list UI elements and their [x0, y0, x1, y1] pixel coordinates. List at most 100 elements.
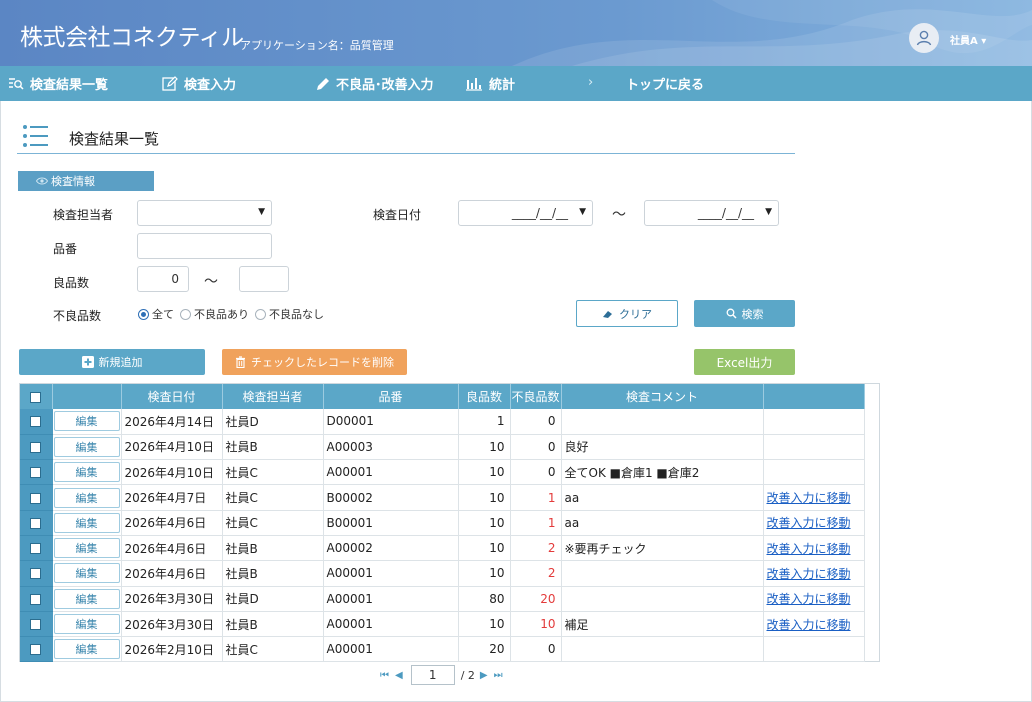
cell-part: B00002 — [323, 484, 459, 511]
row-checkbox[interactable] — [30, 416, 42, 428]
company-name: 株式会社コネクティル — [20, 25, 244, 51]
edit-button[interactable]: 編集 — [53, 487, 120, 508]
cell-part: A00001 — [323, 560, 459, 587]
header-defect[interactable]: 不良品数 — [510, 384, 562, 409]
search-button[interactable]: 検索 — [694, 300, 795, 327]
first-page-icon[interactable]: ⏮ — [380, 670, 389, 681]
cell-inspector: 社員B — [222, 535, 324, 562]
edit-button[interactable]: 編集 — [53, 639, 120, 660]
header-date[interactable]: 検査日付 — [121, 384, 223, 409]
improvement-link[interactable]: 改善入力に移動 — [763, 611, 865, 638]
cell-part: A00001 — [323, 611, 459, 638]
good-count-to-input[interactable] — [239, 266, 289, 292]
pagination: ⏮ ◀ 1 / 2 ▶ ⏭ — [380, 665, 509, 685]
row-checkbox[interactable] — [30, 644, 42, 656]
row-checkbox[interactable] — [30, 543, 42, 555]
row-checkbox[interactable] — [30, 568, 42, 580]
clear-button[interactable]: クリア — [576, 300, 678, 327]
table-row: 編集 2026年4月14日 社員D D00001 1 0 — [20, 409, 865, 435]
cell-comment — [561, 636, 764, 663]
row-checkbox-cell[interactable] — [20, 484, 53, 511]
edit-button[interactable]: 編集 — [53, 462, 120, 483]
improvement-link[interactable]: 改善入力に移動 — [763, 586, 865, 612]
good-count-from-input[interactable]: 0 — [137, 266, 189, 292]
delete-checked-label: チェックしたレコードを削除 — [251, 356, 394, 369]
row-checkbox[interactable] — [30, 441, 42, 453]
select-all-checkbox[interactable] — [30, 391, 42, 403]
date-to-picker[interactable]: ____/__/__ ▼ — [644, 200, 779, 226]
bar-chart-icon — [465, 77, 483, 91]
row-checkbox-cell[interactable] — [20, 459, 53, 486]
cell-defect: 2 — [510, 535, 562, 562]
row-checkbox-cell[interactable] — [20, 586, 53, 612]
nav-defect-improvement[interactable]: 不良品･改善入力 — [316, 66, 434, 101]
edit-button[interactable]: 編集 — [53, 436, 120, 457]
dropdown-arrow-icon: ▼ — [258, 207, 265, 217]
inspector-select[interactable]: ▼ — [137, 200, 272, 226]
user-avatar[interactable] — [909, 23, 939, 53]
improvement-link — [763, 434, 865, 461]
edit-button[interactable]: 編集 — [53, 411, 120, 432]
nav-label: 不良品･改善入力 — [336, 78, 434, 93]
delete-checked-button[interactable]: チェックしたレコードを削除 — [222, 349, 407, 375]
date-from-value: ____/__/__ — [511, 206, 568, 220]
improvement-link[interactable]: 改善入力に移動 — [763, 535, 865, 562]
page-title: 検査結果一覧 — [69, 130, 160, 148]
row-checkbox-cell[interactable] — [20, 560, 53, 587]
improvement-link[interactable]: 改善入力に移動 — [763, 560, 865, 587]
main-nav: 検査結果一覧 検査入力 不良品･改善入力 統計 › トップに戻る — [0, 66, 1032, 101]
cell-date: 2026年2月10日 — [121, 636, 223, 663]
improvement-link[interactable]: 改善入力に移動 — [763, 510, 865, 536]
add-new-button[interactable]: 新規追加 — [19, 349, 205, 375]
radio-all[interactable]: 全て — [138, 306, 174, 322]
edit-button[interactable]: 編集 — [53, 563, 120, 584]
header-part[interactable]: 品番 — [323, 384, 459, 409]
row-checkbox-cell[interactable] — [20, 434, 53, 461]
table-row: 編集 2026年4月6日 社員B A00001 10 2 改善入力に移動 — [20, 560, 865, 587]
row-checkbox[interactable] — [30, 517, 42, 529]
last-page-icon[interactable]: ⏭ — [494, 670, 503, 681]
cell-date: 2026年4月6日 — [121, 535, 223, 562]
row-checkbox-cell[interactable] — [20, 409, 53, 435]
defect-count-label: 不良品数 — [53, 309, 102, 323]
row-checkbox-cell[interactable] — [20, 611, 53, 638]
page-number-input[interactable]: 1 — [410, 665, 455, 685]
edit-button[interactable]: 編集 — [53, 512, 120, 533]
date-from-picker[interactable]: ____/__/__ ▼ — [458, 200, 593, 226]
edit-button[interactable]: 編集 — [53, 588, 120, 609]
improvement-link[interactable]: 改善入力に移動 — [763, 484, 865, 511]
next-page-icon[interactable]: ▶ — [480, 670, 488, 681]
radio-no-defects[interactable]: 不良品なし — [255, 306, 324, 322]
row-checkbox-cell[interactable] — [20, 636, 53, 663]
nav-inspection-list[interactable]: 検査結果一覧 — [8, 66, 108, 101]
nav-label: 検査入力 — [184, 78, 237, 93]
header-inspector[interactable]: 検査担当者 — [222, 384, 324, 409]
edit-cell: 編集 — [52, 409, 122, 435]
select-all-checkbox-cell[interactable] — [20, 384, 53, 409]
table-row: 編集 2026年2月10日 社員C A00001 20 0 — [20, 636, 865, 663]
row-checkbox-cell[interactable] — [20, 535, 53, 562]
header-good[interactable]: 良品数 — [458, 384, 511, 409]
table-row: 編集 2026年4月6日 社員C B00001 10 1 aa 改善入力に移動 — [20, 510, 865, 536]
cell-part: B00001 — [323, 510, 459, 536]
prev-page-icon[interactable]: ◀ — [395, 670, 403, 681]
nav-back-to-top[interactable]: トップに戻る — [626, 66, 704, 101]
row-checkbox-cell[interactable] — [20, 510, 53, 536]
part-number-input[interactable] — [137, 233, 272, 259]
radio-with-defects[interactable]: 不良品あり — [180, 306, 249, 322]
row-checkbox[interactable] — [30, 492, 42, 504]
edit-button[interactable]: 編集 — [53, 538, 120, 559]
nav-statistics[interactable]: 統計 — [465, 66, 515, 101]
user-menu[interactable]: 社員A ▾ — [950, 32, 986, 47]
row-checkbox[interactable] — [30, 593, 42, 605]
header-comment[interactable]: 検査コメント — [561, 384, 764, 409]
excel-export-button[interactable]: Excel出力 — [694, 349, 795, 375]
table-row: 編集 2026年3月30日 社員D A00001 80 20 改善入力に移動 — [20, 586, 865, 612]
table-row: 編集 2026年3月30日 社員B A00001 10 10 補足 改善入力に移動 — [20, 611, 865, 638]
edit-button[interactable]: 編集 — [53, 614, 120, 635]
row-checkbox[interactable] — [30, 467, 42, 479]
nav-inspection-input[interactable]: 検査入力 — [162, 66, 236, 101]
row-checkbox[interactable] — [30, 619, 42, 631]
dropdown-arrow-icon: ▼ — [765, 207, 772, 217]
radio-dot — [180, 308, 191, 320]
